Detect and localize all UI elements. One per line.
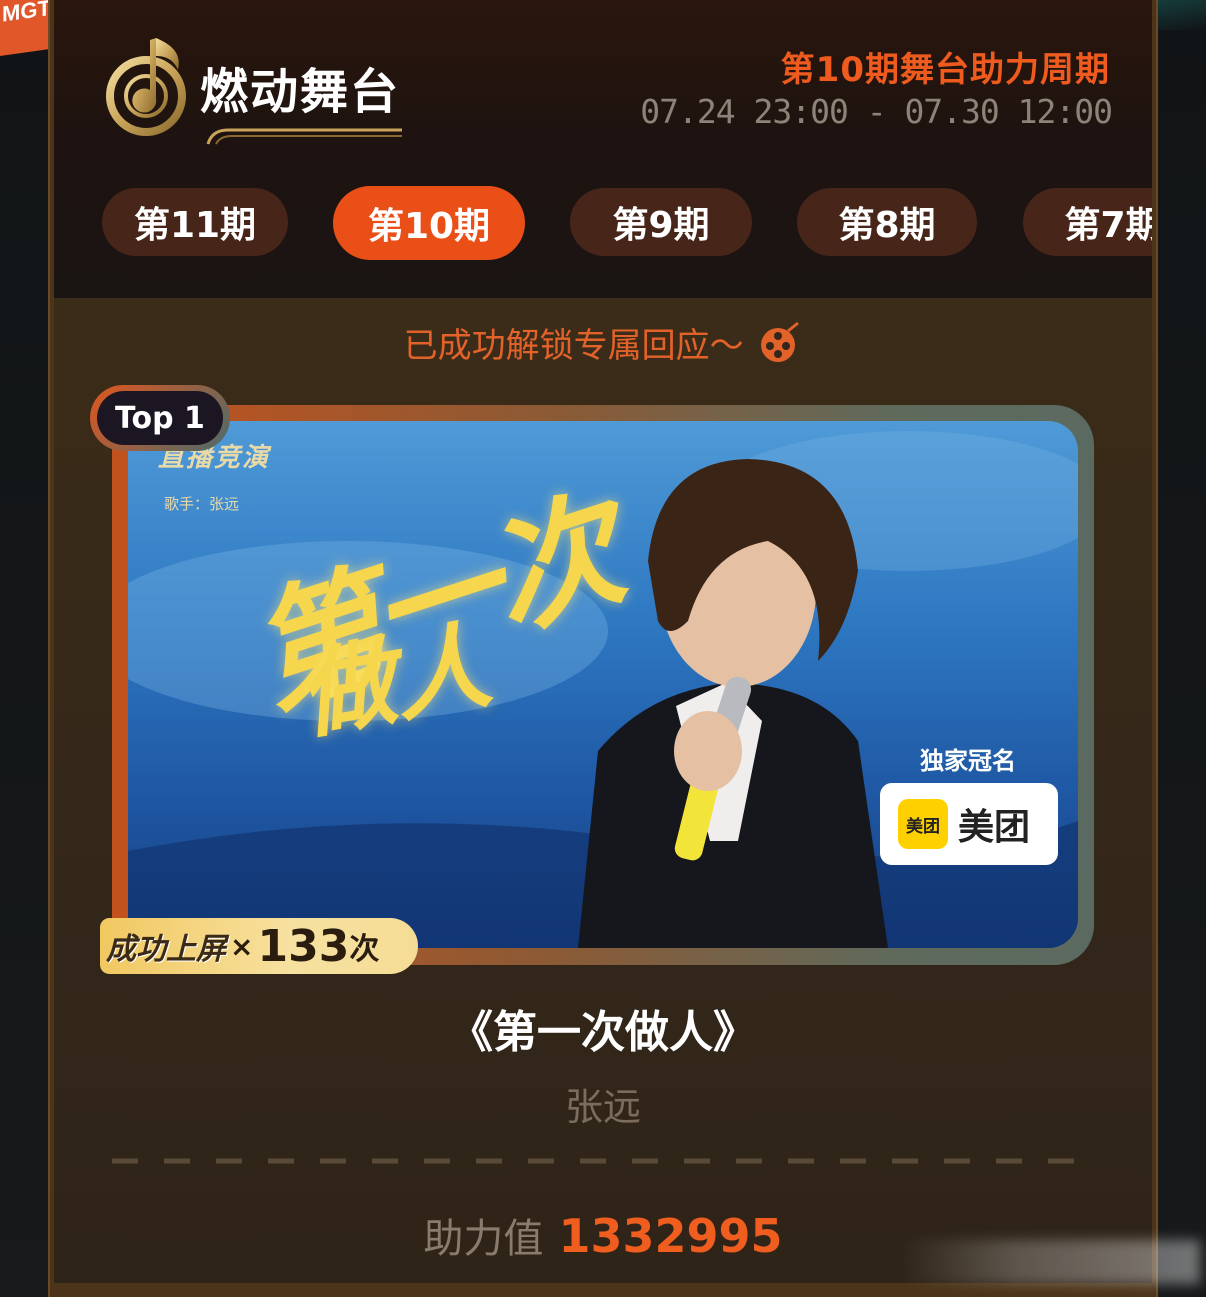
sponsor-label: 独家冠名 <box>920 747 1016 775</box>
unlock-message: 已成功解锁专属回应～ <box>54 318 1152 367</box>
sponsor-name: 美团 <box>958 807 1031 848</box>
period-title: 第10期舞台助力周期 <box>780 50 1110 90</box>
sponsor-logo-icon: 美团 <box>898 799 948 849</box>
screen-count-badge: 成功上屏 × 133 次 <box>100 918 418 974</box>
singer-name: 张远 <box>564 1085 641 1129</box>
screen-count-unit: 次 <box>349 932 380 967</box>
tab-period-9[interactable]: 第9期 <box>570 188 752 256</box>
sponsor-badge: 美团 美团 <box>880 783 1058 865</box>
support-score-value: 1332995 <box>558 1209 783 1263</box>
tab-period-7[interactable]: 第7期 <box>1023 188 1152 256</box>
performance-thumbnail[interactable]: 直播竞演 歌手：张远 第一次 做人 独家冠名 美团 美团 <box>128 421 1078 948</box>
support-score-label: 助力值 <box>423 1216 544 1262</box>
music-note-logo-icon <box>106 38 186 136</box>
tab-period-11[interactable]: 第11期 <box>102 188 288 256</box>
app-title: 燃动舞台 <box>200 64 401 120</box>
stage-subtitle: 歌手：张远 <box>164 495 240 513</box>
song-title: 《第一次做人》 <box>449 1007 757 1058</box>
title-underline-decoration <box>206 128 402 145</box>
screen-count-multiplier: × <box>230 929 254 963</box>
rank-badge: Top 1 <box>97 391 223 445</box>
screen-count-value: 133 <box>257 920 350 972</box>
unlock-message-text: 已成功解锁专属回应～ <box>403 326 744 366</box>
tab-period-10[interactable]: 第10期 <box>333 186 525 260</box>
screen-count-label: 成功上屏 <box>106 932 226 967</box>
dashed-divider <box>112 1158 1094 1164</box>
period-dates: 07.24 23:00 - 07.30 12:00 <box>640 92 1113 131</box>
tab-period-8[interactable]: 第8期 <box>797 188 977 256</box>
bottom-overlay <box>900 1240 1200 1284</box>
film-reel-icon <box>761 321 800 362</box>
period-tabs: 第11期 第10期 第9期 第8期 第7期 <box>102 186 1152 264</box>
